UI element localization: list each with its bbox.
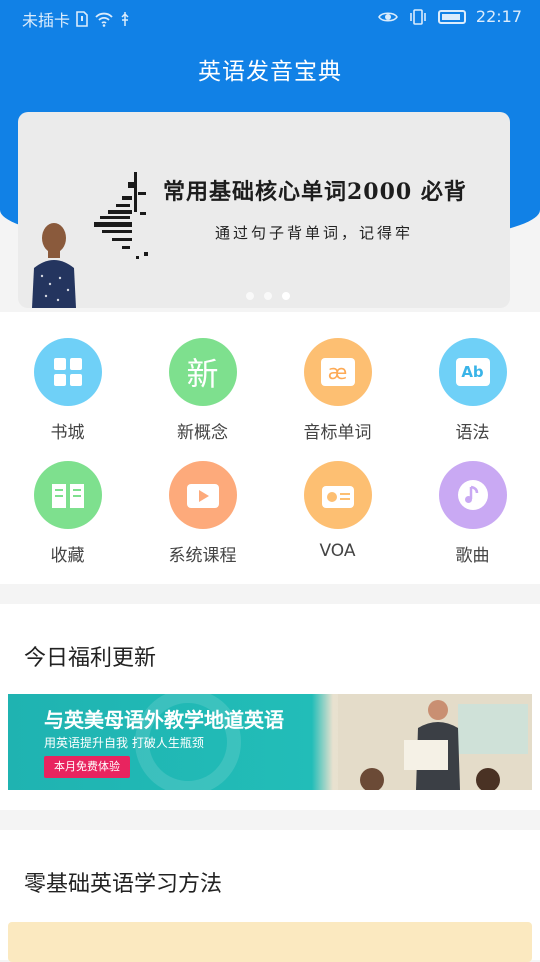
letters-illustration xyxy=(94,172,148,259)
menu-item-favorites[interactable]: 收藏 xyxy=(0,461,135,566)
carousel-indicator xyxy=(246,292,290,300)
wifi-icon xyxy=(95,12,113,27)
section-title: 今日福利更新 xyxy=(24,646,157,671)
radio-icon xyxy=(303,461,372,529)
menu-item-grammar[interactable]: Ab 语法 xyxy=(405,338,540,443)
welfare-section: 今日福利更新 与英美母语外教学地道英语 用英语提升自我 打破人生瓶颈 本月免费体… xyxy=(0,604,540,810)
video-icon xyxy=(168,461,237,529)
menu-label: VOA xyxy=(319,541,356,561)
book-icon xyxy=(33,461,102,529)
menu-label: 歌曲 xyxy=(455,546,490,566)
sim-icon xyxy=(76,11,88,27)
ad-banner[interactable]: 与英美母语外教学地道英语 用英语提升自我 打破人生瓶颈 本月免费体验 xyxy=(8,694,532,790)
menu-item-courses[interactable]: 系统课程 xyxy=(135,461,270,566)
eye-icon xyxy=(377,11,398,22)
carousel-dot[interactable] xyxy=(246,292,254,300)
menu-label: 音标单词 xyxy=(303,423,372,443)
status-bar: 未插卡 22:17 xyxy=(0,0,540,36)
carousel-dot[interactable] xyxy=(264,292,272,300)
phonetic-icon: æ xyxy=(303,338,372,406)
battery-icon xyxy=(437,9,466,24)
banner-carousel[interactable]: 常用基础核心单词2000 必背 通过句子背单词，记得牢 xyxy=(18,112,510,308)
xin-icon: 新 xyxy=(168,338,237,406)
method-section: 零基础英语学习方法 xyxy=(0,830,540,962)
menu-label: 收藏 xyxy=(50,546,85,566)
menu-item-voa[interactable]: VOA xyxy=(270,461,405,566)
vibrate-icon xyxy=(410,8,426,25)
feature-menu: 书城 新 新概念 æ 音标单词 Ab 语法 收藏 系统课程 VOA 歌曲 xyxy=(0,312,540,584)
ad-title: 与英美母语外教学地道英语 xyxy=(44,708,284,732)
menu-label: 语法 xyxy=(455,423,490,443)
menu-item-bookstore[interactable]: 书城 xyxy=(0,338,135,443)
carousel-dot-active[interactable] xyxy=(282,292,290,300)
ad-subtitle: 用英语提升自我 打破人生瓶颈 xyxy=(44,736,204,750)
music-icon xyxy=(438,461,507,529)
section-title: 零基础英语学习方法 xyxy=(24,872,223,897)
person-illustration xyxy=(32,223,76,308)
usb-icon xyxy=(121,12,129,26)
grid-icon xyxy=(33,338,102,406)
banner-subtitle: 通过句子背单词，记得牢 xyxy=(215,224,414,242)
menu-item-songs[interactable]: 歌曲 xyxy=(405,461,540,566)
ab-icon: Ab xyxy=(438,338,507,406)
menu-item-new-concept[interactable]: 新 新概念 xyxy=(135,338,270,443)
menu-item-phonetic-words[interactable]: æ 音标单词 xyxy=(270,338,405,443)
app-title: 英语发音宝典 xyxy=(198,59,342,85)
method-card[interactable] xyxy=(8,922,532,962)
classroom-photo xyxy=(338,694,532,790)
menu-label: 系统课程 xyxy=(168,546,237,566)
clock: 22:17 xyxy=(475,7,522,26)
carrier-label: 未插卡 xyxy=(22,11,71,30)
menu-label: 书城 xyxy=(50,423,85,443)
banner-title: 常用基础核心单词2000 必背 xyxy=(163,179,467,205)
menu-label: 新概念 xyxy=(177,423,228,443)
free-trial-button[interactable]: 本月免费体验 xyxy=(44,756,130,778)
